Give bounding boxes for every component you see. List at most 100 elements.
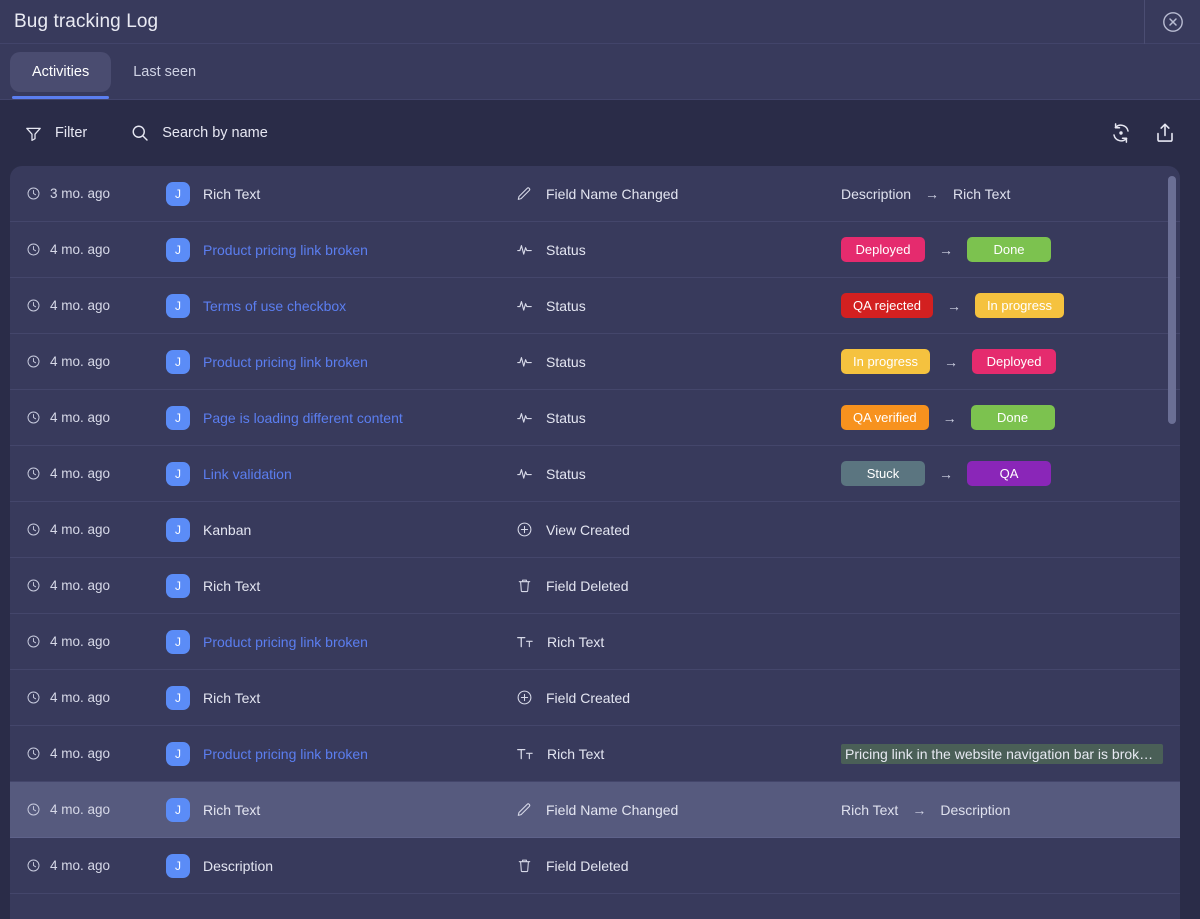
clock-icon	[26, 634, 41, 649]
avatar: J	[166, 462, 190, 486]
table-row[interactable]: 4 mo. agoJRich TextField Name ChangedRic…	[10, 782, 1180, 838]
status-badge-to: In progress	[975, 293, 1064, 318]
row-timestamp-cell: 4 mo. ago	[26, 634, 166, 649]
avatar: J	[166, 406, 190, 430]
table-row[interactable]: 4 mo. agoJ Page is loading different cont…	[10, 390, 1180, 446]
row-entity-cell: JRich Text	[166, 182, 516, 206]
row-action-cell: View Created	[516, 521, 841, 538]
row-action-label: Rich Text	[547, 634, 604, 650]
row-entity-link[interactable]: Page is loading different content	[203, 410, 403, 426]
vertical-scrollbar[interactable]	[1168, 176, 1176, 424]
row-value-cell: Pricing link in the website navigation b…	[841, 744, 1164, 764]
avatar: J	[166, 630, 190, 654]
row-entity-cell: J Link validation	[166, 462, 516, 486]
status-badge-from: In progress	[841, 349, 930, 374]
row-action-cell: Field Name Changed	[516, 185, 841, 202]
row-timestamp: 4 mo. ago	[50, 802, 110, 817]
row-entity-name: Description	[203, 858, 273, 874]
filter-button[interactable]: Filter	[22, 122, 87, 144]
avatar: J	[166, 182, 190, 206]
row-value-cell: Description→Rich Text	[841, 186, 1164, 202]
plus-circle-icon	[516, 689, 533, 706]
avatar: J	[166, 742, 190, 766]
row-timestamp: 4 mo. ago	[50, 634, 110, 649]
avatar: J	[166, 238, 190, 262]
row-entity-link[interactable]: Product pricing link broken	[203, 354, 368, 370]
tab-last-seen-indicator	[113, 96, 216, 99]
row-timestamp-cell: 4 mo. ago	[26, 802, 166, 817]
table-row[interactable]: 4 mo. agoJTerms of use checkboxStatusQA …	[10, 278, 1180, 334]
row-entity-link[interactable]: Product pricing link broken	[203, 746, 368, 762]
arrow-right-icon: →	[925, 186, 939, 202]
clock-icon	[26, 242, 41, 257]
arrow-right-icon: →	[947, 298, 961, 314]
row-action-cell: Status	[516, 241, 841, 258]
row-entity-cell: J Page is loading different content	[166, 406, 516, 430]
text-format-icon	[516, 745, 534, 763]
table-row[interactable]: 4 mo. agoJRich TextField Deleted	[10, 558, 1180, 614]
trash-icon	[516, 857, 533, 874]
table-row[interactable]: 3 mo. agoJRich TextField Name ChangedDes…	[10, 166, 1180, 222]
status-badge-from: QA rejected	[841, 293, 933, 318]
table-row[interactable]: 4 mo. agoJDescriptionField Deleted	[10, 838, 1180, 894]
row-timestamp: 4 mo. ago	[50, 354, 110, 369]
pulse-icon	[516, 465, 533, 482]
row-timestamp-cell: 4 mo. ago	[26, 410, 166, 425]
row-timestamp: 4 mo. ago	[50, 746, 110, 761]
row-timestamp-cell: 4 mo. ago	[26, 354, 166, 369]
activity-rows: 3 mo. agoJRich TextField Name ChangedDes…	[10, 166, 1180, 919]
row-entity-name: Rich Text	[203, 690, 260, 706]
search-button[interactable]: Search by name	[129, 122, 268, 144]
table-row[interactable]: 4 mo. agoJRich TextField Created	[10, 670, 1180, 726]
clock-icon	[26, 858, 41, 873]
row-timestamp: 4 mo. ago	[50, 298, 110, 313]
refresh-button[interactable]	[1108, 120, 1134, 146]
row-entity-name: Rich Text	[203, 802, 260, 818]
row-value-cell: Stuck→QA	[841, 461, 1164, 486]
row-entity-name: Kanban	[203, 522, 251, 538]
export-button[interactable]	[1152, 120, 1178, 146]
text-format-icon	[516, 633, 534, 651]
tab-last-seen[interactable]: Last seen	[111, 49, 218, 95]
table-row[interactable]: 4 mo. agoJLink validationStatusStuck→QA	[10, 446, 1180, 502]
table-row[interactable]: 4 mo. agoJKanbanView Created	[10, 502, 1180, 558]
clock-icon	[26, 466, 41, 481]
table-row[interactable]: 4 mo. ago J Product pricing link broken Ric…	[10, 614, 1180, 670]
row-timestamp-cell: 4 mo. ago	[26, 466, 166, 481]
table-row[interactable]: 4 mo. agoJProduct pricing link brokenSta…	[10, 222, 1180, 278]
row-timestamp-cell: 4 mo. ago	[26, 746, 166, 761]
avatar: J	[166, 574, 190, 598]
row-entity-link[interactable]: Product pricing link broken	[203, 634, 368, 650]
avatar: J	[166, 350, 190, 374]
clock-icon	[26, 522, 41, 537]
table-row[interactable]: 4 mo. agoJProduct pricing link brokenSta…	[10, 334, 1180, 390]
row-entity-link[interactable]: Product pricing link broken	[203, 242, 368, 258]
avatar: J	[166, 518, 190, 542]
arrow-right-icon: →	[939, 242, 953, 258]
row-entity-link[interactable]: Terms of use checkbox	[203, 298, 346, 314]
clock-icon	[26, 186, 41, 201]
clock-icon	[26, 410, 41, 425]
avatar: J	[166, 294, 190, 318]
tab-activities[interactable]: Activities	[10, 49, 111, 95]
row-entity-cell: J Terms of use checkbox	[166, 294, 516, 318]
row-entity-link[interactable]: Link validation	[203, 466, 292, 482]
status-badge-to: Done	[967, 237, 1051, 262]
toolbar-right-actions	[1108, 100, 1178, 166]
row-action-label: Field Created	[546, 690, 630, 706]
status-badge-from: Deployed	[841, 237, 925, 262]
page-title: Bug tracking Log	[14, 11, 158, 33]
close-button[interactable]	[1159, 8, 1187, 36]
row-value-to: Description	[940, 802, 1010, 818]
row-value-snippet: Pricing link in the website navigation b…	[841, 744, 1163, 764]
avatar: J	[166, 854, 190, 878]
titlebar-actions	[1144, 0, 1200, 44]
row-entity-cell: J Product pricing link broken	[166, 630, 516, 654]
status-badge-to: Done	[971, 405, 1055, 430]
arrow-right-icon: →	[944, 354, 958, 370]
row-entity-cell: J Product pricing link broken	[166, 350, 516, 374]
table-row[interactable]: 4 mo. agoJProduct pricing link brokenRic…	[10, 726, 1180, 782]
row-value-cell: QA verified→Done	[841, 405, 1164, 430]
arrow-right-icon: →	[912, 802, 926, 818]
pulse-icon	[516, 353, 533, 370]
